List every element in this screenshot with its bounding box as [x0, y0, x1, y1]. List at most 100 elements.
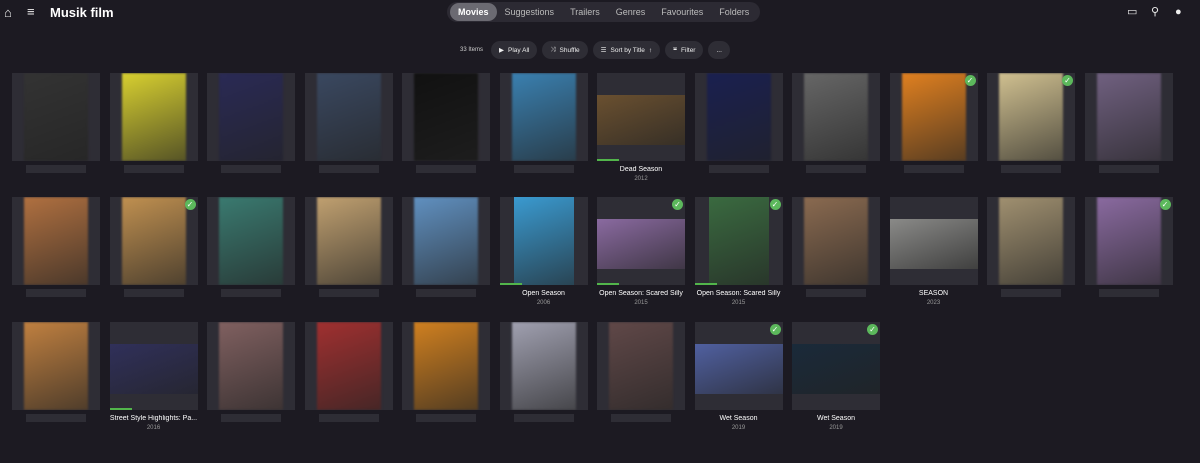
tab-folders[interactable]: Folders: [711, 3, 757, 21]
movie-card[interactable]: ✓: [109, 197, 198, 297]
movie-thumbnail[interactable]: [499, 73, 588, 161]
blurred-caption: [221, 165, 281, 173]
movie-card[interactable]: [12, 73, 100, 173]
movie-thumbnail[interactable]: [207, 73, 295, 161]
movie-thumbnail[interactable]: [499, 322, 588, 410]
poster-image: [414, 322, 478, 410]
movie-title[interactable]: Dead Season: [597, 166, 685, 173]
sort-label: Sort by Title: [610, 46, 645, 54]
played-check-icon: ✓: [1159, 199, 1171, 210]
movie-card[interactable]: SEASON 2023: [889, 197, 978, 306]
movie-card[interactable]: [304, 322, 393, 422]
more-button[interactable]: ...: [708, 41, 730, 59]
movie-card[interactable]: ✓: [1084, 197, 1173, 297]
movie-thumbnail[interactable]: [109, 322, 198, 410]
movie-card[interactable]: [694, 73, 783, 173]
movie-thumbnail[interactable]: [304, 73, 393, 161]
tab-movies[interactable]: Movies: [450, 3, 497, 21]
sort-icon: ☰: [600, 47, 607, 54]
movie-thumbnail[interactable]: [304, 197, 393, 285]
blurred-caption: [806, 165, 866, 173]
movie-card[interactable]: [207, 73, 295, 173]
movie-card[interactable]: [1084, 73, 1173, 173]
movie-thumbnail[interactable]: [402, 197, 490, 285]
movie-thumbnail[interactable]: [12, 197, 100, 285]
movie-card[interactable]: [792, 197, 880, 297]
movie-thumbnail[interactable]: [1084, 73, 1173, 161]
menu-icon[interactable]: ≡: [27, 5, 35, 18]
movie-card[interactable]: Dead Season 2012: [597, 73, 685, 182]
movie-thumbnail[interactable]: [402, 73, 490, 161]
movie-title[interactable]: Open Season: Scared Silly: [695, 290, 783, 297]
movie-card[interactable]: [12, 197, 100, 297]
movie-title[interactable]: Wet Season: [792, 415, 880, 422]
movie-card[interactable]: ✓ Open Season: Scared Silly 2015: [694, 197, 783, 306]
movie-card[interactable]: [109, 73, 198, 173]
movie-card[interactable]: [402, 73, 490, 173]
movie-card[interactable]: [597, 322, 685, 422]
movie-thumbnail[interactable]: [889, 197, 978, 285]
filter-button[interactable]: ⩸ Filter: [665, 41, 704, 59]
movie-thumbnail[interactable]: ✓: [1084, 197, 1173, 285]
movie-card[interactable]: [304, 197, 393, 297]
movie-thumbnail[interactable]: [792, 73, 880, 161]
movie-card[interactable]: [402, 322, 490, 422]
movie-thumbnail[interactable]: [304, 322, 393, 410]
movie-thumbnail[interactable]: [597, 73, 685, 161]
movie-thumbnail[interactable]: ✓: [694, 322, 783, 410]
movie-card[interactable]: [499, 322, 588, 422]
movie-thumbnail[interactable]: [987, 197, 1075, 285]
movie-thumbnail[interactable]: [109, 73, 198, 161]
movie-card[interactable]: ✓: [889, 73, 978, 173]
shuffle-button[interactable]: ⤨ Shuffle: [542, 41, 588, 59]
movie-thumbnail[interactable]: [402, 322, 490, 410]
movie-card[interactable]: [304, 73, 393, 173]
movie-card[interactable]: [499, 73, 588, 173]
movie-card[interactable]: [987, 197, 1075, 297]
movie-thumbnail[interactable]: [499, 197, 588, 285]
movie-thumbnail[interactable]: ✓: [597, 197, 685, 285]
movie-title[interactable]: Open Season: [500, 290, 588, 297]
movie-card[interactable]: Street Style Highlights: Pa... 2016: [109, 322, 198, 431]
movie-thumbnail[interactable]: ✓: [987, 73, 1075, 161]
movie-title[interactable]: SEASON: [890, 290, 978, 297]
movie-thumbnail[interactable]: [12, 73, 100, 161]
play-all-button[interactable]: ▶ Play All: [491, 41, 538, 59]
movie-title[interactable]: Street Style Highlights: Pa...: [110, 415, 198, 422]
movie-thumbnail[interactable]: ✓: [694, 197, 783, 285]
tab-suggestions[interactable]: Suggestions: [497, 3, 563, 21]
movie-year: 2019: [829, 425, 843, 431]
movie-thumbnail[interactable]: ✓: [889, 73, 978, 161]
movie-card[interactable]: [792, 73, 880, 173]
search-icon[interactable]: ⚲: [1151, 6, 1159, 19]
movie-card[interactable]: ✓: [987, 73, 1075, 173]
movie-year: 2012: [634, 176, 648, 182]
movie-card[interactable]: [12, 322, 100, 422]
movie-card[interactable]: ✓ Open Season: Scared Silly 2015: [597, 197, 685, 306]
movie-thumbnail[interactable]: ✓: [792, 322, 880, 410]
movie-thumbnail[interactable]: [792, 197, 880, 285]
tab-favourites[interactable]: Favourites: [653, 3, 711, 21]
movie-thumbnail[interactable]: [12, 322, 100, 410]
movie-thumbnail[interactable]: ✓: [109, 197, 198, 285]
poster-image: [792, 344, 880, 394]
poster-image: [109, 344, 198, 394]
sort-button[interactable]: ☰ Sort by Title ↑: [592, 41, 661, 59]
movie-thumbnail[interactable]: [207, 197, 295, 285]
movie-card[interactable]: ✓ Wet Season 2019: [694, 322, 783, 431]
movie-thumbnail[interactable]: [207, 322, 295, 410]
movie-title[interactable]: Wet Season: [695, 415, 783, 422]
cast-icon[interactable]: ▭: [1127, 6, 1137, 19]
movie-thumbnail[interactable]: [597, 322, 685, 410]
movie-card[interactable]: Open Season 2006: [499, 197, 588, 306]
home-icon[interactable]: ⌂: [4, 6, 12, 19]
tab-trailers[interactable]: Trailers: [562, 3, 608, 21]
movie-card[interactable]: [402, 197, 490, 297]
tab-genres[interactable]: Genres: [608, 3, 654, 21]
movie-card[interactable]: [207, 322, 295, 422]
movie-title[interactable]: Open Season: Scared Silly: [597, 290, 685, 297]
user-icon[interactable]: ●: [1175, 6, 1182, 19]
movie-card[interactable]: [207, 197, 295, 297]
movie-thumbnail[interactable]: [694, 73, 783, 161]
movie-card[interactable]: ✓ Wet Season 2019: [792, 322, 880, 431]
